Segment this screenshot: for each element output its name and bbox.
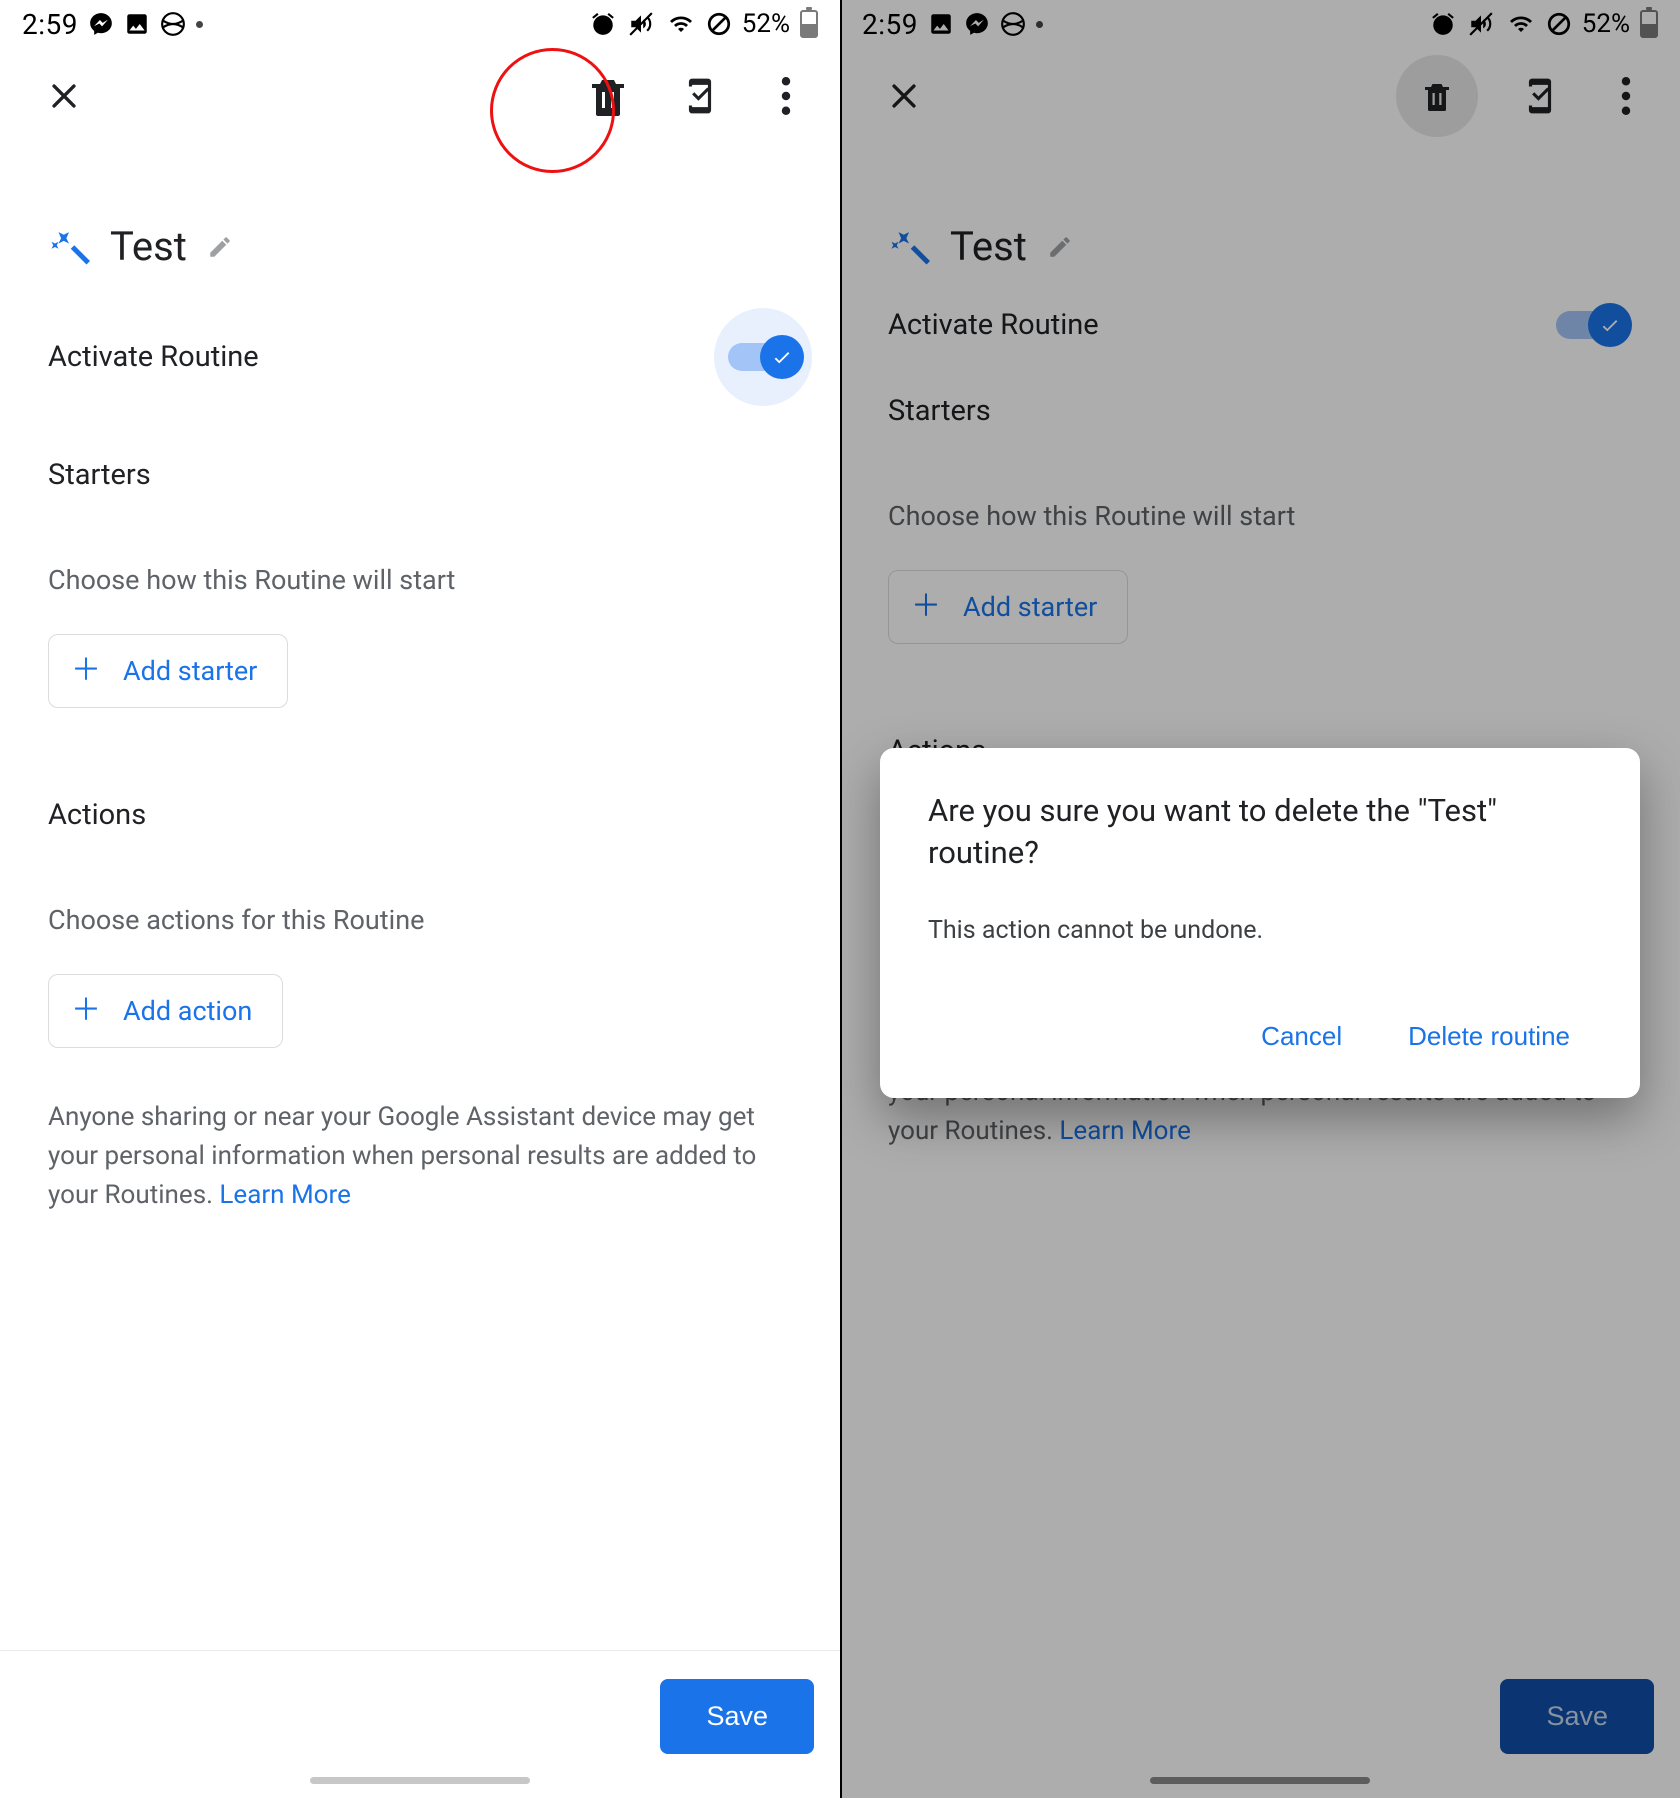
actions-subtext: Choose actions for this Routine [48,904,792,936]
trash-icon [584,70,632,122]
actions-heading: Actions [48,798,792,832]
add-to-home-icon [681,77,719,115]
add-starter-button[interactable]: ＋ Add starter [48,634,288,708]
picture-icon [124,11,150,37]
app-bar [0,48,840,143]
vibrate-icon [626,11,656,37]
dialog-delete-routine-button[interactable]: Delete routine [1386,1005,1592,1068]
dialog-body: This action cannot be undone. [928,916,1592,945]
activate-routine-toggle[interactable] [728,343,798,371]
activate-toggle-halo [714,308,812,406]
magic-wand-icon [48,226,90,268]
routine-title-row: Test [48,223,792,270]
battery-pct: 52% [742,9,790,39]
battery-icon [800,10,818,38]
plus-icon: ＋ [71,996,101,1026]
edit-icon[interactable] [207,234,233,260]
close-button[interactable] [40,72,88,120]
add-starter-label: Add starter [123,655,257,687]
messenger-icon [88,11,114,37]
learn-more-link[interactable]: Learn More [219,1180,350,1210]
status-bar: 2:59 52% [0,0,840,48]
phone-right: 2:59 52% [840,0,1680,1798]
nav-handle[interactable] [310,1777,530,1784]
plus-icon: ＋ [71,656,101,686]
starters-heading: Starters [48,458,792,492]
activate-routine-label: Activate Routine [48,340,259,374]
overflow-button[interactable] [762,72,810,120]
save-button[interactable]: Save [660,1679,814,1754]
dialog-cancel-button[interactable]: Cancel [1239,1005,1364,1068]
starters-subtext: Choose how this Routine will start [48,564,792,596]
close-icon [47,79,81,113]
delete-button[interactable] [578,66,638,126]
add-action-label: Add action [123,995,252,1027]
dialog-title: Are you sure you want to delete the "Tes… [928,790,1592,874]
status-time: 2:59 [22,8,78,41]
check-icon [771,346,793,368]
screens-divider [840,0,842,1798]
wifi-icon [666,12,696,36]
bottom-bar: Save [0,1650,840,1798]
more-vert-icon [781,77,791,115]
shortcut-button[interactable] [676,72,724,120]
alarm-icon [590,11,616,37]
add-action-button[interactable]: ＋ Add action [48,974,283,1048]
privacy-footnote: Anyone sharing or near your Google Assis… [48,1098,788,1215]
sports-icon [160,11,186,37]
routine-name: Test [110,223,187,270]
delete-confirm-dialog: Are you sure you want to delete the "Tes… [880,748,1640,1098]
no-sign-icon [706,11,732,37]
status-more-dot [196,21,203,28]
phone-left: 2:59 52% [0,0,840,1798]
